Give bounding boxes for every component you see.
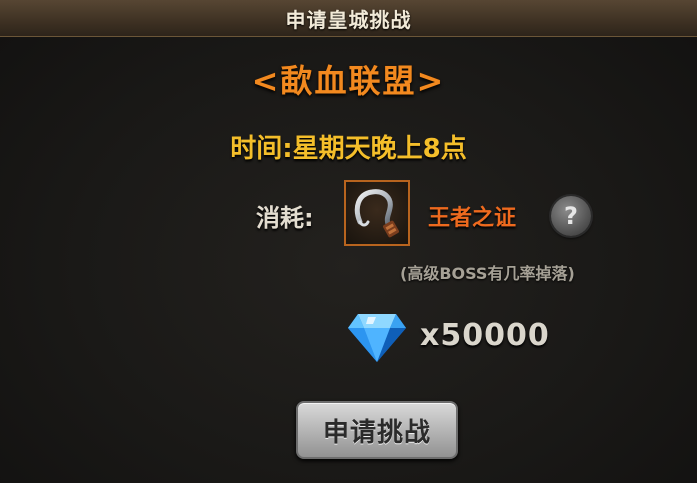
challenge-dialog: 申请皇城挑战 <歃血联盟> 时间:星期天晚上8点 消耗: 王者之证 ? (高级B…: [0, 0, 697, 483]
guild-name: <歃血联盟>: [251, 62, 446, 100]
challenge-time: 时间:星期天晚上8点: [230, 134, 467, 164]
blue-diamond-icon: [348, 314, 406, 362]
apply-challenge-button[interactable]: 申请挑战: [296, 401, 458, 459]
dialog-title-bar: 申请皇城挑战: [0, 0, 697, 37]
dialog-title: 申请皇城挑战: [285, 7, 412, 32]
help-symbol: ?: [564, 202, 578, 230]
help-icon[interactable]: ?: [551, 196, 591, 236]
hook-icon: [354, 189, 399, 238]
diamond-amount: x50000: [420, 318, 550, 353]
drop-note: (高级BOSS有几率掉落): [400, 264, 575, 283]
cost-label: 消耗:: [256, 204, 314, 232]
cost-item-name[interactable]: 王者之证: [428, 200, 516, 232]
cost-item-slot[interactable]: [344, 180, 410, 246]
apply-challenge-label: 申请挑战: [322, 417, 431, 448]
